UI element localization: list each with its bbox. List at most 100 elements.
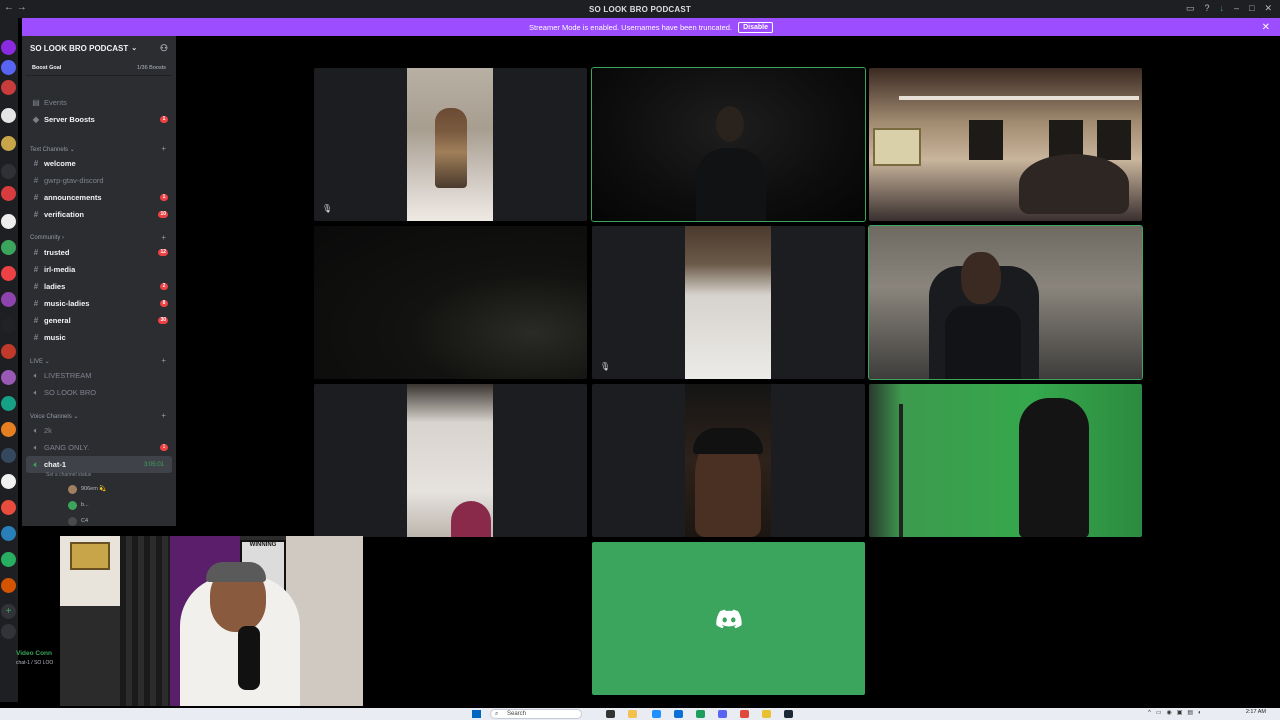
boost-goal-label: Boost Goal xyxy=(32,64,62,71)
video-tile[interactable] xyxy=(591,67,866,222)
voice-member[interactable]: b... xyxy=(68,499,188,511)
video-tile[interactable] xyxy=(592,384,865,537)
channel-server-boosts[interactable]: ◈ Server Boosts 1 xyxy=(22,111,176,128)
unread-badge: 1 xyxy=(160,444,168,451)
video-feed xyxy=(869,384,1142,537)
unread-badge: 12 xyxy=(158,249,168,256)
help-icon[interactable]: ? xyxy=(1204,3,1209,14)
server-icon[interactable] xyxy=(1,448,16,463)
video-tile[interactable] xyxy=(869,384,1142,537)
channel-welcome[interactable]: # welcome xyxy=(22,155,176,172)
add-channel-icon[interactable]: + xyxy=(161,411,166,420)
server-icon[interactable] xyxy=(1,552,16,567)
channel-chat-1[interactable]: 🔈︎ chat-1 3:05:01 xyxy=(26,456,172,473)
category-live[interactable]: LIVE ⌄ + xyxy=(30,356,176,365)
video-tile[interactable] xyxy=(869,68,1142,221)
server-icon[interactable] xyxy=(1,474,16,489)
voice-member[interactable]: 906em 💫 xyxy=(68,483,188,495)
clock[interactable]: 2:17 AM xyxy=(1246,709,1266,715)
server-header[interactable]: SO LOOK BRO PODCAST ⌄ ⚇ xyxy=(22,36,176,60)
hash-icon: # xyxy=(33,282,39,291)
server-icon[interactable] xyxy=(1,318,16,333)
channel-2k[interactable]: 🔈︎ 2k xyxy=(22,422,176,439)
app-icon[interactable] xyxy=(740,710,749,718)
server-icon[interactable] xyxy=(1,186,16,201)
mail-icon[interactable] xyxy=(674,710,683,718)
channel-announcements[interactable]: # announcements 1 xyxy=(22,189,176,206)
add-server-icon[interactable]: + xyxy=(1,604,16,619)
server-icon[interactable] xyxy=(1,60,16,75)
channel-so-look-bro[interactable]: 🔈︎ SO LOOK BRO xyxy=(22,384,176,401)
category-text-channels[interactable]: Text Channels ⌄ + xyxy=(30,144,176,153)
voice-member[interactable]: C4 xyxy=(68,515,188,527)
video-tile[interactable] xyxy=(314,384,587,537)
server-icon[interactable] xyxy=(1,240,16,255)
channel-ladies[interactable]: # ladies 2 xyxy=(22,278,176,295)
server-icon[interactable] xyxy=(1,526,16,541)
video-tile[interactable]: 🎙︎ xyxy=(592,226,865,379)
start-icon[interactable] xyxy=(472,710,481,718)
file-explorer-icon[interactable] xyxy=(628,710,637,718)
server-icon[interactable] xyxy=(1,500,16,515)
channel-trusted[interactable]: # trusted 12 xyxy=(22,244,176,261)
channel-verification[interactable]: # verification 10 xyxy=(22,206,176,223)
banner-close-icon[interactable]: ✕ xyxy=(1262,22,1270,33)
server-icon[interactable] xyxy=(1,214,16,229)
server-icon[interactable] xyxy=(1,370,16,385)
server-icon[interactable] xyxy=(1,396,16,411)
server-icon[interactable] xyxy=(1,108,16,123)
server-icon[interactable] xyxy=(1,422,16,437)
add-channel-icon[interactable]: + xyxy=(161,144,166,153)
task-view-icon[interactable] xyxy=(606,710,615,718)
calendar-icon: ▤ xyxy=(32,98,40,107)
channel-status[interactable]: Set a channel status xyxy=(46,472,91,478)
category-voice-channels[interactable]: Voice Channels ⌄ + xyxy=(30,411,176,420)
download-icon[interactable]: ↓ xyxy=(1220,3,1225,14)
channel-music-ladies[interactable]: # music-ladies 8 xyxy=(22,295,176,312)
server-icon[interactable] xyxy=(1,164,16,179)
server-icon[interactable] xyxy=(1,40,16,55)
boost-goal-bar[interactable]: Boost Goal 1/36 Boosts xyxy=(26,60,172,76)
server-list: + xyxy=(0,18,18,702)
channel-livestream[interactable]: 🔈︎ LIVESTREAM xyxy=(22,367,176,384)
steam-icon[interactable] xyxy=(784,710,793,718)
category-community[interactable]: Community › + xyxy=(30,233,176,242)
channel-irl-media[interactable]: # irl-media xyxy=(22,261,176,278)
chevron-down-icon: ⌄ xyxy=(131,45,138,52)
chrome-icon[interactable] xyxy=(762,710,771,718)
voice-connected-channel[interactable]: chat-1 / SO LOO xyxy=(16,660,53,666)
channel-gang-only[interactable]: 🔈︎ GANG ONLY. 1 xyxy=(22,439,176,456)
system-tray[interactable]: ^▭◉▣▤◐ xyxy=(1148,709,1207,716)
hash-icon: # xyxy=(33,248,39,257)
add-channel-icon[interactable]: + xyxy=(161,356,166,365)
edge-icon[interactable] xyxy=(652,710,661,718)
hash-icon: # xyxy=(33,210,39,219)
server-icon[interactable] xyxy=(1,266,16,281)
server-icon[interactable] xyxy=(1,292,16,307)
taskbar-search[interactable]: ⌕ Search xyxy=(490,709,582,719)
video-feed xyxy=(685,384,771,537)
avatar-tile[interactable] xyxy=(592,542,865,695)
inbox-icon[interactable]: ▭ xyxy=(1186,3,1195,14)
video-tile[interactable]: 🎙︎ xyxy=(314,68,587,221)
maximize-icon[interactable]: □ xyxy=(1249,3,1254,14)
discover-icon[interactable] xyxy=(1,624,16,639)
server-icon[interactable] xyxy=(1,344,16,359)
channel-events[interactable]: ▤ Events xyxy=(22,94,176,111)
channel-music[interactable]: # music xyxy=(22,329,176,346)
server-icon[interactable] xyxy=(1,136,16,151)
channel-gwrp[interactable]: # gwrp-gtav-discord xyxy=(22,172,176,189)
add-channel-icon[interactable]: + xyxy=(161,233,166,242)
discord-taskbar-icon[interactable] xyxy=(718,710,727,718)
invite-people-icon[interactable]: ⚇ xyxy=(160,43,168,54)
server-icon[interactable] xyxy=(1,578,16,593)
video-tile[interactable] xyxy=(314,226,587,379)
app-icon[interactable] xyxy=(696,710,705,718)
minimize-icon[interactable]: – xyxy=(1234,3,1239,14)
close-window-icon[interactable]: ✕ xyxy=(1264,3,1272,14)
server-icon[interactable] xyxy=(1,80,16,95)
disable-streamer-mode-button[interactable]: Disable xyxy=(738,21,773,33)
channel-general[interactable]: # general 30 xyxy=(22,312,176,329)
video-feed xyxy=(407,68,493,221)
video-tile[interactable] xyxy=(868,225,1143,380)
